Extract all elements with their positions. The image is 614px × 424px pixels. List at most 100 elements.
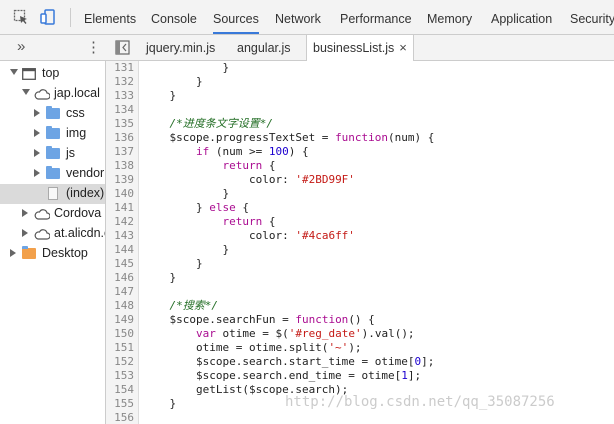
line-gutter: 131 132 133 134 135 136 137 138 139 140 141 142 143 1… — [106, 61, 139, 424]
tab-security[interactable]: Security — [570, 0, 614, 34]
file-tab-label: jquery.min.js — [146, 41, 216, 55]
code-token: $scope.search.end_time = otime[ — [143, 369, 402, 382]
line-number[interactable]: 145 — [104, 257, 134, 270]
code-token: ]; — [407, 369, 422, 382]
toggle-sidebar-icon[interactable] — [115, 40, 130, 55]
tree-item[interactable]: css — [0, 104, 105, 124]
code-token: '~' — [328, 341, 349, 354]
tree-item[interactable]: top — [0, 64, 105, 84]
expanded-arrow-icon[interactable] — [22, 89, 30, 95]
tab-sources[interactable]: Sources — [213, 0, 259, 34]
code-token: /*搜索*/ — [169, 299, 219, 312]
code-token: $scope.progressTextSet = — [143, 131, 336, 144]
tree-item-label: js — [66, 146, 76, 160]
line-number[interactable]: 133 — [104, 89, 134, 102]
device-toolbar-icon[interactable] — [40, 9, 56, 25]
tree-item[interactable]: jap.local — [0, 84, 105, 104]
code-token: ).val(); — [361, 327, 415, 340]
line-number[interactable]: 138 — [104, 159, 134, 172]
line-number[interactable]: 146 — [104, 271, 134, 284]
code-line: } — [143, 243, 229, 257]
tab-performance[interactable]: Performance — [340, 0, 412, 34]
line-number[interactable]: 153 — [104, 369, 134, 382]
tab-network[interactable]: Network — [275, 0, 321, 34]
collapsed-arrow-icon[interactable] — [22, 229, 28, 237]
tab-console[interactable]: Console — [151, 0, 197, 34]
tree-item-label: jap.local — [54, 86, 100, 100]
tab-elements[interactable]: Elements — [84, 0, 136, 34]
code-token: (num >= — [209, 145, 269, 158]
line-number[interactable]: 151 — [104, 341, 134, 354]
line-number[interactable]: 156 — [104, 411, 134, 424]
collapsed-arrow-icon[interactable] — [10, 249, 16, 257]
code-editor[interactable]: } } } /*进度条文字设置*/ $scope.progressTextSet… — [139, 61, 614, 424]
code-token: } — [143, 271, 177, 284]
line-number[interactable]: 141 — [104, 201, 134, 214]
toggle-navigator-icon[interactable]: » — [17, 38, 25, 55]
tree-item-label: img — [66, 126, 87, 140]
tree-item[interactable]: img — [0, 124, 105, 144]
code-token: ) { — [288, 145, 309, 158]
tree-item[interactable]: Desktop — [0, 244, 105, 264]
line-number[interactable]: 135 — [104, 117, 134, 130]
line-number[interactable]: 140 — [104, 187, 134, 200]
line-number[interactable]: 131 — [104, 61, 134, 74]
code-token: } — [143, 75, 203, 88]
code-line: color: '#2BD99F' — [143, 173, 355, 187]
line-number[interactable]: 150 — [104, 327, 134, 340]
code-token: /*进度条文字设置*/ — [169, 117, 274, 130]
line-number[interactable]: 136 — [104, 131, 134, 144]
line-number[interactable]: 144 — [104, 243, 134, 256]
navigator-menu-icon[interactable]: ⋮ — [86, 38, 101, 56]
code-line: if (num >= 100) { — [143, 145, 309, 159]
line-number[interactable]: 134 — [104, 103, 134, 116]
tree-item[interactable]: vendor — [0, 164, 105, 184]
tree-item-label: (index) — [66, 186, 105, 200]
tree-item[interactable]: Cordova N — [0, 204, 105, 224]
line-number[interactable]: 152 — [104, 355, 134, 368]
code-line: $scope.progressTextSet = function(num) { — [143, 131, 434, 145]
code-line: $scope.search.end_time = otime[1]; — [143, 369, 421, 383]
line-number[interactable]: 147 — [104, 285, 134, 298]
close-tab-icon[interactable]: × — [399, 40, 407, 55]
tree-item[interactable]: at.alicdn.c — [0, 224, 105, 244]
line-number[interactable]: 155 — [104, 397, 134, 410]
tree-item[interactable]: js — [0, 144, 105, 164]
code-token: } — [143, 61, 230, 74]
cloud-icon — [34, 209, 50, 220]
file-navigator: top jap.local css img js vendor (index) Cordova… — [0, 61, 106, 424]
code-line: var otime = $('#reg_date').val(); — [143, 327, 415, 341]
code-token: 100 — [268, 145, 289, 158]
code-line: /*进度条文字设置*/ — [143, 117, 274, 131]
tab-memory[interactable]: Memory — [427, 0, 472, 34]
collapsed-arrow-icon[interactable] — [34, 169, 40, 177]
code-line: return { — [143, 215, 275, 229]
folder-icon — [46, 106, 60, 119]
file-tab[interactable]: angular.js — [231, 35, 297, 60]
inspect-element-icon[interactable] — [13, 9, 29, 25]
collapsed-arrow-icon[interactable] — [34, 129, 40, 137]
line-number[interactable]: 139 — [104, 173, 134, 186]
line-number[interactable]: 149 — [104, 313, 134, 326]
code-token: { — [262, 215, 276, 228]
code-line: color: '#4ca6ff' — [143, 229, 355, 243]
collapsed-arrow-icon[interactable] — [22, 209, 28, 217]
expanded-arrow-icon[interactable] — [10, 69, 18, 75]
line-number[interactable]: 142 — [104, 215, 134, 228]
code-line: } — [143, 187, 229, 201]
line-number[interactable]: 154 — [104, 383, 134, 396]
tab-application[interactable]: Application — [491, 0, 552, 34]
collapsed-arrow-icon[interactable] — [34, 149, 40, 157]
line-number[interactable]: 148 — [104, 299, 134, 312]
file-tab[interactable]: jquery.min.js — [140, 35, 221, 60]
collapsed-arrow-icon[interactable] — [34, 109, 40, 117]
line-number[interactable]: 143 — [104, 229, 134, 242]
tree-item[interactable]: (index) — [0, 184, 105, 204]
line-number[interactable]: 137 — [104, 145, 134, 158]
line-number[interactable]: 132 — [104, 75, 134, 88]
code-line: $scope.searchFun = function() { — [143, 313, 374, 327]
file-tab[interactable]: businessList.js × — [306, 35, 414, 61]
tree-item-label: Desktop — [42, 246, 88, 260]
